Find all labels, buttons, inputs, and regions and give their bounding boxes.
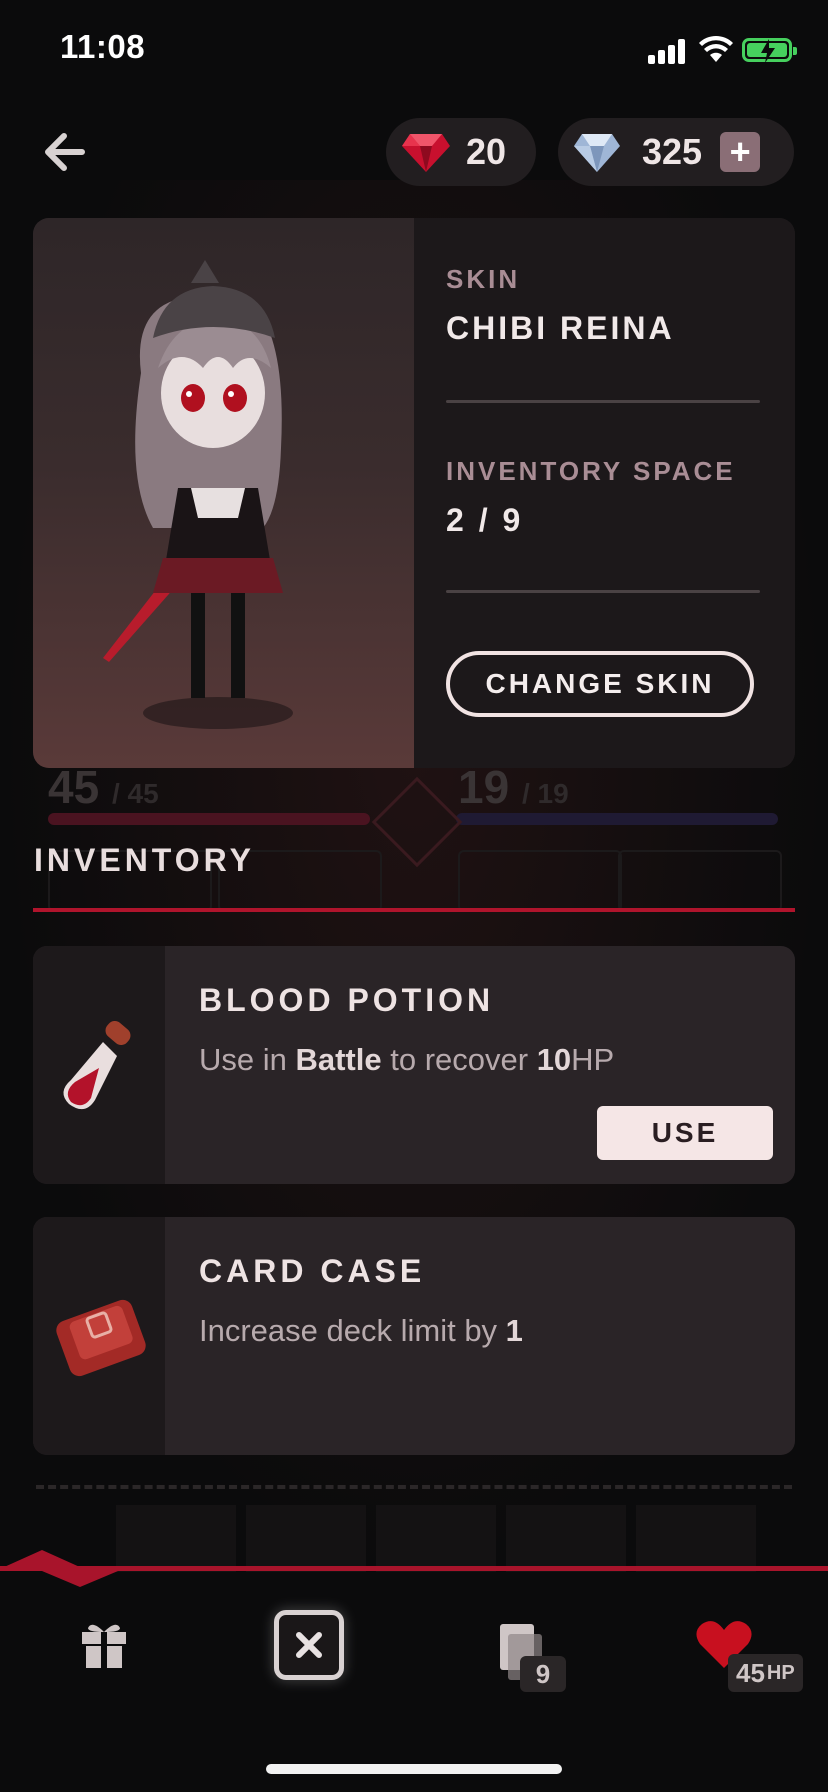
inventory-item-blood-potion: BLOOD POTION Use in Battle to recover 10… [33,946,795,1184]
gift-icon[interactable] [78,1618,130,1670]
item-thumbnail [33,946,165,1184]
add-currency-button[interactable]: + [720,132,761,172]
background-deck-row [36,1485,792,1585]
skin-name: CHIBI REINA [446,310,675,346]
nav-indicator-top [2,1550,82,1568]
skin-info-panel: SKIN CHIBI REINA INVENTORY SPACE 2 / 9 C… [414,218,795,768]
battery-icon [742,38,797,63]
use-button[interactable]: USE [597,1106,773,1160]
status-time: 11:08 [60,28,146,65]
background-stats: 45 / 45 19 / 19 [48,760,778,820]
diamond-icon [574,134,620,172]
background-hp-bar [48,813,370,825]
close-button[interactable] [274,1610,344,1680]
character-preview [33,218,414,768]
back-arrow-icon [45,133,85,171]
skin-divider-2 [446,590,760,593]
home-indicator[interactable] [266,1764,562,1774]
item-description: Use in Battle to recover 10HP [199,1042,615,1077]
blood-potion-icon [63,1021,131,1110]
diamond-balance: 325 + [558,118,794,186]
item-name: CARD CASE [199,1253,426,1289]
bottom-nav-divider [0,1566,828,1571]
ruby-icon [402,134,450,172]
bottom-nav [0,1572,828,1792]
ruby-count: 20 [466,131,507,172]
skin-card: SKIN CHIBI REINA INVENTORY SPACE 2 / 9 C… [33,218,795,768]
change-skin-button[interactable]: CHANGE SKIN [446,651,754,717]
item-thumbnail [33,1217,165,1455]
item-description: Increase deck limit by 1 [199,1313,523,1348]
inventory-divider [33,908,795,912]
deck-count-badge: 9 [520,1656,566,1692]
close-icon [296,1632,322,1658]
skin-label: SKIN [446,264,521,294]
card-case-icon [56,1299,146,1377]
inventory-space-value: 2 / 9 [446,502,524,538]
background-emblem [371,776,463,868]
inventory-title: INVENTORY [34,842,255,878]
inventory-item-card-case: CARD CASE Increase deck limit by 1 [33,1217,795,1455]
ruby-balance: 20 [386,118,536,186]
background-energy-bar [456,813,778,825]
nav-indicator-bottom [42,1571,118,1587]
item-name: BLOOD POTION [199,982,495,1018]
diamond-count: 325 [642,131,703,172]
hp-badge: 45 HP [728,1654,803,1692]
back-button[interactable] [36,124,92,180]
background-hp: 45 / 45 [48,761,159,813]
status-bar: 11:08 [0,0,828,100]
inventory-space-label: INVENTORY SPACE [446,456,736,486]
cellular-signal-icon [648,38,688,64]
background-energy: 19 / 19 [458,761,569,813]
character-skin-image [103,260,293,729]
skin-divider-1 [446,400,760,403]
wifi-icon [699,35,733,62]
